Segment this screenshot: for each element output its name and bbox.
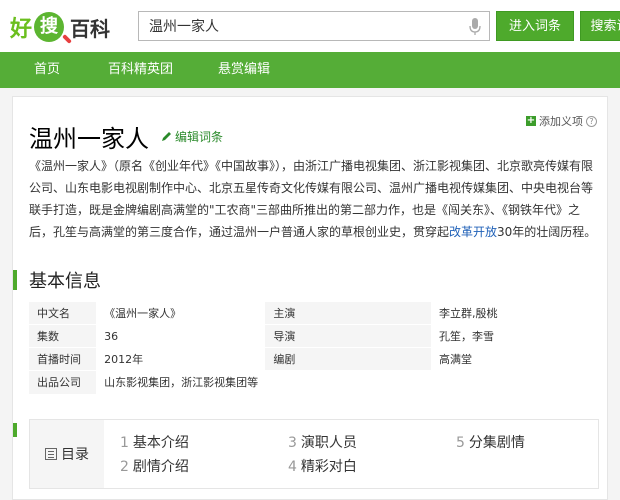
logo-sou-icon: 搜: [34, 12, 65, 42]
section-title: 基本信息: [29, 271, 101, 292]
toc-label[interactable]: 目录: [30, 420, 104, 488]
toc-text: 演职人员: [300, 435, 357, 451]
table-of-contents: 目录 1 基本介绍 2 剧情介绍 3 演职人员 4 精彩对白 5 分集剧情: [29, 419, 599, 489]
edit-entry-link[interactable]: 编辑词条: [161, 128, 223, 145]
edit-entry-label: 编辑词条: [175, 130, 224, 144]
nav-item-bounty-edit[interactable]: 悬赏编辑: [218, 52, 270, 88]
toc-bar: [13, 423, 17, 437]
logo-hao: 好: [10, 17, 33, 42]
info-key: 主演: [265, 301, 431, 325]
table-row: 出品公司 山东影视集团，浙江影视集团等: [29, 370, 599, 394]
toc-num: 1: [120, 435, 129, 451]
info-value: 孔笙，李雪: [431, 324, 599, 348]
toc-num: 2: [120, 459, 129, 475]
search-input[interactable]: [139, 12, 449, 40]
nav-item-elite-team[interactable]: 百科精英团: [108, 52, 173, 88]
help-icon[interactable]: ?: [586, 115, 597, 127]
toc-text: 精彩对白: [300, 459, 357, 475]
info-value: 山东影视集团，浙江影视集团等: [96, 370, 266, 394]
info-key: 集数: [29, 324, 97, 348]
info-empty: [431, 370, 599, 394]
info-key: 中文名: [29, 301, 97, 325]
header: 好 搜 百科 进入词条 搜索词: [0, 0, 620, 52]
summary-link-reform[interactable]: 改革开放: [449, 225, 497, 239]
basic-info-table: 中文名 《温州一家人》 主演 李立群,殷桃 集数 36 导演 孔笙，李雪 首播时…: [29, 301, 599, 394]
toc-label-text: 目录: [61, 447, 89, 463]
toc-text: 剧情介绍: [132, 459, 189, 475]
microphone-icon[interactable]: [469, 18, 481, 36]
main-nav: 首页 百科精英团 悬赏编辑: [0, 52, 620, 88]
toc-item[interactable]: 3 演职人员: [288, 432, 357, 452]
search-entry-button[interactable]: 搜索词: [580, 11, 620, 41]
table-row: 集数 36 导演 孔笙，李雪: [29, 324, 599, 348]
info-key: 首播时间: [29, 347, 97, 371]
search-box: [138, 11, 490, 41]
toc-num: 3: [288, 435, 297, 451]
info-value: 高满堂: [431, 347, 599, 371]
toc-text: 基本介绍: [132, 435, 189, 451]
logo-baike: 百科: [70, 16, 111, 41]
toc-item[interactable]: 2 剧情介绍: [120, 456, 189, 476]
add-meaning-label: 添加义项: [539, 115, 583, 128]
section-bar: [13, 270, 17, 290]
info-value: 《温州一家人》: [96, 301, 266, 325]
table-row: 中文名 《温州一家人》 主演 李立群,殷桃: [29, 301, 599, 325]
toc-num: 5: [456, 435, 465, 451]
basic-info-heading: 基本信息: [13, 269, 101, 292]
toc-num: 4: [288, 459, 297, 475]
toc-text: 分集剧情: [468, 435, 525, 451]
info-value: 36: [96, 324, 266, 348]
title-row: 温州一家人 编辑词条: [29, 119, 223, 154]
info-key: 编剧: [265, 347, 431, 371]
info-value: 李立群,殷桃: [431, 301, 599, 325]
toc-item[interactable]: 4 精彩对白: [288, 456, 357, 476]
nav-item-home[interactable]: 首页: [34, 52, 60, 88]
table-row: 首播时间 2012年 编剧 高满堂: [29, 347, 599, 371]
entry-content: 温州一家人 编辑词条 + 添加义项 ? 《温州一家人》（原名《创业年代》《中国故…: [12, 96, 608, 500]
pencil-icon: [162, 132, 171, 141]
site-logo[interactable]: 好 搜 百科: [10, 10, 110, 44]
entry-summary: 《温州一家人》（原名《创业年代》《中国故事》），由浙江广播电视集团、浙江影视集团…: [29, 155, 599, 243]
enter-entry-button[interactable]: 进入词条: [496, 11, 574, 41]
info-value: 2012年: [96, 347, 266, 371]
summary-text-2: 30年的壮阔历程。: [497, 225, 597, 239]
info-key: 导演: [265, 324, 431, 348]
info-empty: [265, 370, 431, 394]
plus-icon: +: [526, 115, 536, 126]
add-meaning-link[interactable]: + 添加义项 ?: [526, 113, 597, 129]
toc-item[interactable]: 1 基本介绍: [120, 432, 189, 452]
list-icon: [45, 448, 57, 460]
page-title: 温州一家人: [29, 125, 149, 153]
toc-item[interactable]: 5 分集剧情: [456, 432, 525, 452]
info-key: 出品公司: [29, 370, 97, 394]
